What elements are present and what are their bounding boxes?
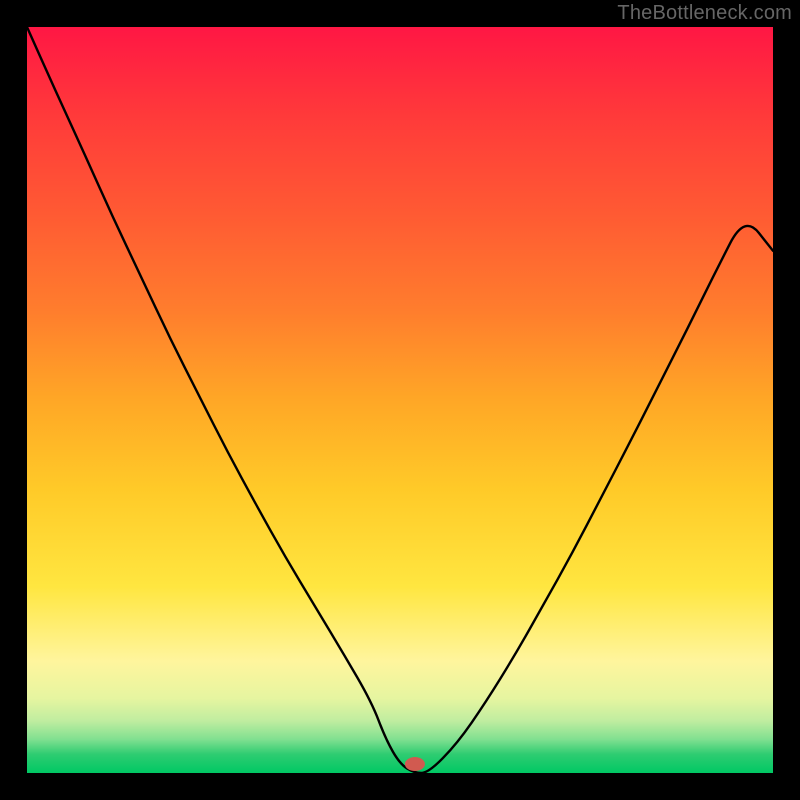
bottleneck-chart — [27, 27, 773, 773]
optimal-point-marker — [405, 757, 425, 771]
gradient-background — [27, 27, 773, 773]
plot-area — [27, 27, 773, 773]
chart-container: TheBottleneck.com — [0, 0, 800, 800]
watermark-text: TheBottleneck.com — [617, 2, 792, 25]
